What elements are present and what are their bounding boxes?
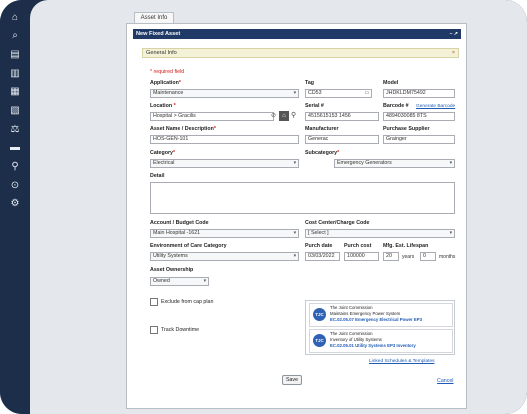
window-title: New Fixed Asset [136,31,181,37]
purch-cost-input[interactable]: 100000 [344,252,379,261]
track-downtime-label: Track Downtime [161,327,200,333]
environment-of-care-label: Environment of Care Category [150,243,227,249]
generate-barcode-link[interactable]: Generate Barcode [416,104,455,109]
purch-date-label: Purch date [305,243,333,249]
lifespan-years-input[interactable]: 20 [383,252,399,261]
window-title-bar: New Fixed Asset – ↗ [133,29,461,39]
tag-label: Tag [305,80,315,86]
database-icon[interactable]: ▤ [9,49,21,61]
chevron-down-icon: ▾ [449,231,452,236]
category-select[interactable]: Electrical ▾ [150,159,299,168]
building-icon[interactable]: ▥ [9,68,21,80]
detail-textarea[interactable] [150,182,455,214]
serial-input[interactable]: 4515615153 1456 [305,112,379,121]
asset-name-label: Asset Name / Description [150,126,214,132]
barcode-input[interactable]: 4894030085 8TS [383,112,455,121]
copy-icon[interactable]: ▭ [364,90,369,97]
map-pin-icon[interactable]: ⚲ [291,111,296,119]
purchase-supplier-label: Purchase Supplier [383,126,430,132]
detail-label: Detail [150,173,165,179]
cost-center-label: Cost Center/Charge Code [305,220,370,226]
barcode-label: Barcode # [383,103,409,109]
location-pin-icon[interactable]: ⚲ [9,161,21,173]
sidebar: ⌂ ⌕ ▤ ▥ ▦ ▧ ⚖ ▬ ⚲ ⊙ ⚙ [0,0,30,414]
scale-icon[interactable]: ⚖ [9,124,21,136]
lifespan-months-input[interactable]: 0 [420,252,436,261]
folder-icon[interactable]: ▬ [9,142,21,154]
track-downtime-checkbox[interactable] [150,326,158,334]
months-unit-label: months [439,254,456,260]
purch-cost-label: Purch cost [344,243,372,249]
jc-card: TJC The Joint Commission Inventory of Ut… [309,329,453,353]
tjc-logo-icon: TJC [313,334,326,347]
cost-center-select[interactable]: [ Select ] ▾ [305,229,455,238]
chevron-down-icon: ▾ [293,231,296,236]
ticket-icon[interactable]: ⊙ [9,180,21,192]
save-button[interactable]: Save [282,375,302,385]
jc-standard-link[interactable]: EC.02.05.01 Utility Systems EP3 Inventor… [330,343,416,349]
clear-icon[interactable]: ⊘ [271,112,276,119]
window-controls[interactable]: – ↗ [450,29,458,39]
jc-card: TJC The Joint Commission Maintains Emerg… [309,303,453,327]
exclude-cap-plan-label: Exclude from cap plan [161,299,214,305]
location-label: Location [150,103,173,109]
account-budget-label: Account / Budget Code [150,220,209,226]
cancel-link[interactable]: Cancel [437,378,454,384]
calendar-icon[interactable]: ▦ [9,86,21,98]
category-label: Category [150,150,173,156]
asset-ownership-label: Asset Ownership [150,267,194,273]
subcategory-label: Subcategory [305,150,338,156]
manufacturer-input[interactable]: Generac [305,135,379,144]
collapse-icon[interactable]: × [452,49,455,58]
application-select[interactable]: Maintenance ▾ [150,89,299,98]
tjc-logo-icon: TJC [313,308,326,321]
chevron-down-icon: ▾ [449,161,452,166]
subcategory-select[interactable]: Emergency Generators ▾ [334,159,455,168]
manufacturer-label: Manufacturer [305,126,339,132]
search-icon[interactable]: ⌕ [9,30,21,42]
jc-standard-link[interactable]: EC.02.05.07 Emergency Electrical Power E… [330,317,422,323]
chevron-down-icon: ▾ [293,91,296,96]
environment-of-care-select[interactable]: Utility Systems ▾ [150,252,299,261]
required-note: * required field [150,69,185,75]
model-label: Model [383,80,399,86]
home-icon[interactable]: ⌂ [9,12,21,24]
chevron-down-icon: ▾ [293,254,296,259]
inventory-icon[interactable]: ▧ [9,105,21,117]
chevron-down-icon: ▾ [203,279,206,284]
serial-label: Serial # [305,103,324,109]
account-budget-select[interactable]: Main Hospital -1621 ▾ [150,229,299,238]
general-info-header[interactable]: General Info × [142,48,459,58]
section-title: General Info [146,50,177,56]
model-input[interactable]: JHDKLDM75492 [383,89,455,98]
home-location-icon[interactable]: ⌂ [279,111,289,121]
tag-input[interactable]: CD53 ▭ [305,89,372,98]
asset-name-input[interactable]: HOS-GEN-101 [150,135,299,144]
years-unit-label: years [402,254,415,260]
joint-commission-panel: TJC The Joint Commission Maintains Emerg… [305,300,455,355]
location-input[interactable]: Hospital > Gracilis [150,112,274,121]
purchase-supplier-input[interactable]: Grainger [383,135,455,144]
exclude-cap-plan-checkbox[interactable] [150,298,158,306]
asset-ownership-select[interactable]: Owned ▾ [150,277,209,286]
linked-schedules-link[interactable]: Linked Schedules & Templates [369,359,435,364]
mfg-lifespan-label: Mfg. Est. Lifespan [383,243,429,249]
application-label: Application [150,80,179,86]
chevron-down-icon: ▾ [293,161,296,166]
purch-date-input[interactable]: 03/03/2022 [305,252,340,261]
settings-gear-icon[interactable]: ⚙ [9,198,21,210]
